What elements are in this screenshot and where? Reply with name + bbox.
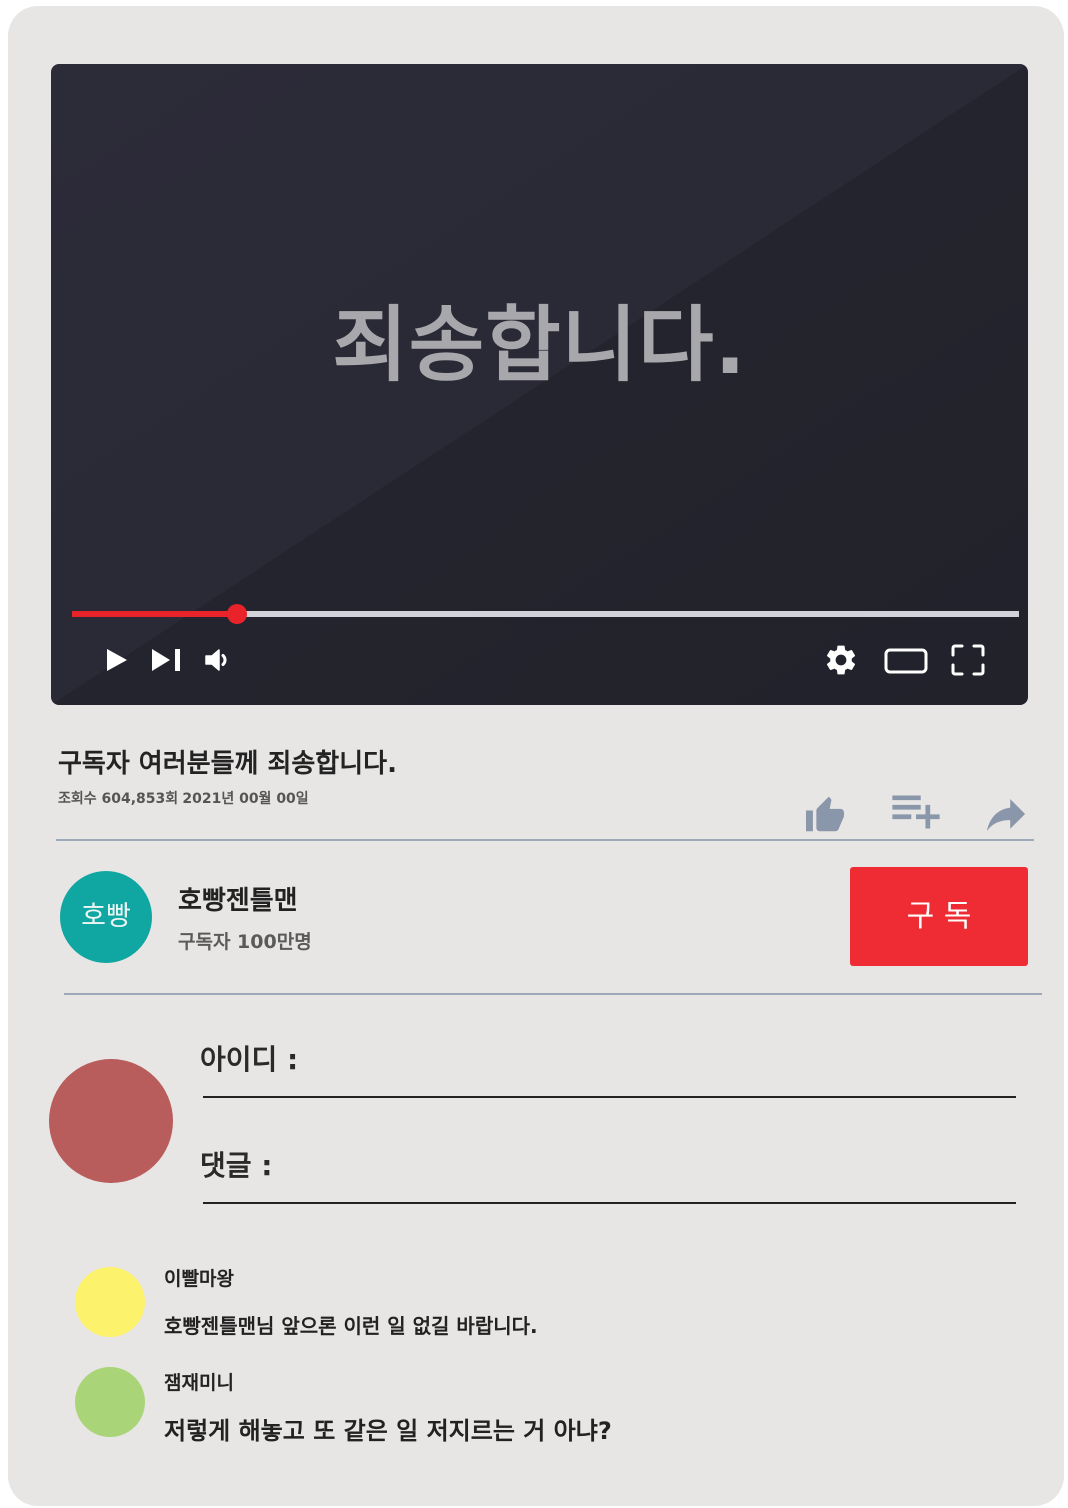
comment-avatar <box>75 1267 145 1337</box>
upload-date: 2021년 00월 00일 <box>182 791 309 807</box>
divider <box>64 993 1042 995</box>
seek-bar[interactable] <box>72 604 1019 624</box>
comment-author[interactable]: 잼재미니 <box>164 1370 234 1396</box>
play-icon[interactable] <box>107 649 127 671</box>
share-icon[interactable] <box>983 797 1029 833</box>
id-input[interactable] <box>203 1040 1016 1098</box>
comment-text: 저렇게 해놓고 또 같은 일 저지르는 거 아냐? <box>164 1417 612 1445</box>
channel-name[interactable]: 호빵젠틀맨 <box>178 884 298 918</box>
channel-avatar[interactable]: 호빵 <box>60 871 152 963</box>
commenter-avatar <box>49 1059 173 1183</box>
playlist-add-icon[interactable] <box>890 793 942 831</box>
theater-mode-icon[interactable] <box>884 648 928 674</box>
video-player[interactable]: 죄송합니다. <box>51 64 1028 705</box>
comment-input[interactable] <box>203 1146 1016 1204</box>
comment-avatar <box>75 1367 145 1437</box>
video-overlay-text: 죄송합니다. <box>332 298 747 393</box>
volume-icon[interactable] <box>204 648 234 672</box>
subscriber-count: 구독자 100만명 <box>178 931 312 953</box>
comment-author[interactable]: 이빨마왕 <box>164 1266 234 1292</box>
video-meta: 조회수 604,853회 2021년 00월 00일 <box>58 790 309 808</box>
settings-gear-icon[interactable] <box>823 642 859 678</box>
skip-next-icon[interactable] <box>152 649 181 671</box>
thumbs-up-icon[interactable] <box>804 795 846 833</box>
fullscreen-icon[interactable] <box>951 644 985 676</box>
progress-played <box>72 611 237 617</box>
divider <box>56 839 1034 841</box>
video-title: 구독자 여러분들께 죄송합니다. <box>58 749 397 779</box>
subscribe-button[interactable]: 구 독 <box>850 867 1028 966</box>
progress-knob[interactable] <box>226 604 247 624</box>
view-count: 조회수 604,853회 <box>58 791 179 807</box>
comment-text: 호빵젠틀맨님 앞으론 이런 일 없길 바랍니다. <box>164 1314 538 1338</box>
